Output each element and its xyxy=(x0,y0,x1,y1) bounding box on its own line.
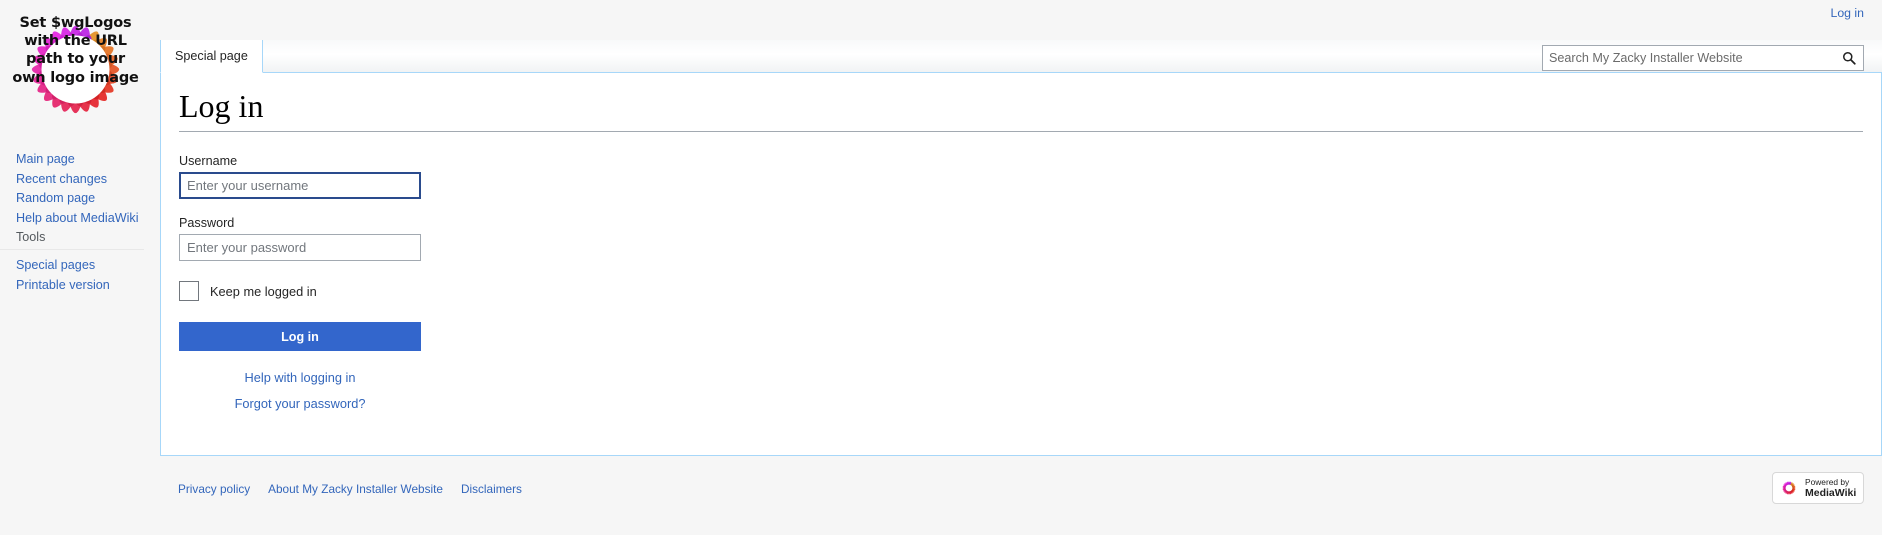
footer-link-disclaimers[interactable]: Disclaimers xyxy=(461,482,522,496)
password-label: Password xyxy=(179,216,235,230)
search-box xyxy=(1542,45,1864,71)
search-button[interactable] xyxy=(1835,46,1863,70)
sidebar: Set $wgLogos with the URL path to your o… xyxy=(0,0,160,535)
login-submit-button[interactable]: Log in xyxy=(179,322,421,351)
help-with-logging-in-link[interactable]: Help with logging in xyxy=(179,370,421,385)
content-column: Log in Special page Log in Username xyxy=(160,0,1882,535)
content-panel: Log in Username Password Keep me logged … xyxy=(160,73,1882,456)
forgot-password-link[interactable]: Forgot your password? xyxy=(179,396,421,411)
powered-by-line2: MediaWiki xyxy=(1805,487,1857,499)
search-icon xyxy=(1843,52,1856,65)
sidebar-navigation: Main page Recent changes Random page Hel… xyxy=(0,150,160,228)
search-input[interactable] xyxy=(1543,46,1835,70)
footer-link-about[interactable]: About My Zacky Installer Website xyxy=(268,482,443,496)
powered-by-text: Powered by MediaWiki xyxy=(1805,477,1856,499)
footer-link-privacy-policy[interactable]: Privacy policy xyxy=(178,482,250,496)
sidebar-item-random-page[interactable]: Random page xyxy=(0,189,160,209)
field-spacer xyxy=(179,199,1881,216)
keep-logged-in-label[interactable]: Keep me logged in xyxy=(210,284,317,299)
sidebar-item-help-about-mediawiki[interactable]: Help about MediaWiki xyxy=(0,209,160,229)
username-field-group: Username xyxy=(179,154,1881,199)
login-help-links: Help with logging in Forgot your passwor… xyxy=(179,370,421,411)
password-field-group: Password xyxy=(179,216,1881,261)
page-footer: Privacy policy About My Zacky Installer … xyxy=(160,470,1882,535)
powered-by-mediawiki-badge[interactable]: Powered by MediaWiki xyxy=(1772,472,1864,504)
page-title: Log in xyxy=(179,88,264,124)
personal-login-link[interactable]: Log in xyxy=(1830,6,1864,20)
sidebar-tools-section: Tools Special pages Printable version xyxy=(0,229,160,295)
sidebar-item-main-page[interactable]: Main page xyxy=(0,150,160,170)
mediawiki-flower-icon xyxy=(1782,481,1796,495)
personal-toolbar: Log in xyxy=(160,0,1882,38)
keep-logged-in-checkbox[interactable] xyxy=(179,281,199,301)
site-logo[interactable]: Set $wgLogos with the URL path to your o… xyxy=(8,2,143,137)
tab-special-page[interactable]: Special page xyxy=(160,40,263,73)
tab-special-page-label: Special page xyxy=(175,49,248,63)
login-form: Username Password Keep me logged in Log … xyxy=(161,132,1881,411)
sidebar-item-special-pages[interactable]: Special pages xyxy=(0,256,160,276)
username-input[interactable] xyxy=(179,172,421,199)
sidebar-tools-heading: Tools xyxy=(0,229,144,250)
sidebar-item-printable-version[interactable]: Printable version xyxy=(0,276,160,296)
mediawiki-login-page: Set $wgLogos with the URL path to your o… xyxy=(0,0,1882,535)
username-label: Username xyxy=(179,154,238,168)
password-input[interactable] xyxy=(179,234,421,261)
keep-logged-in-row: Keep me logged in xyxy=(179,281,1881,301)
footer-links: Privacy policy About My Zacky Installer … xyxy=(178,482,522,496)
sunburst-logo-icon xyxy=(31,25,120,114)
sidebar-item-recent-changes[interactable]: Recent changes xyxy=(0,170,160,190)
